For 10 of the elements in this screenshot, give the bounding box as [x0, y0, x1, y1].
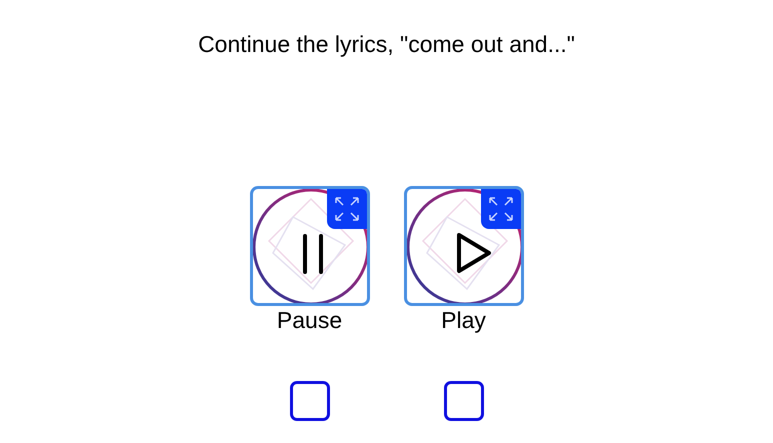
question-text: Continue the lyrics, "come out and..." — [198, 30, 575, 58]
play-icon — [454, 231, 492, 275]
expand-icon — [334, 196, 360, 222]
checkbox[interactable] — [444, 381, 484, 421]
expand-button[interactable] — [326, 189, 366, 229]
option-label: Pause — [276, 306, 342, 334]
option-label: Play — [441, 306, 486, 334]
expand-button[interactable] — [480, 189, 520, 229]
expand-icon — [488, 196, 514, 222]
checkbox[interactable] — [290, 381, 330, 421]
